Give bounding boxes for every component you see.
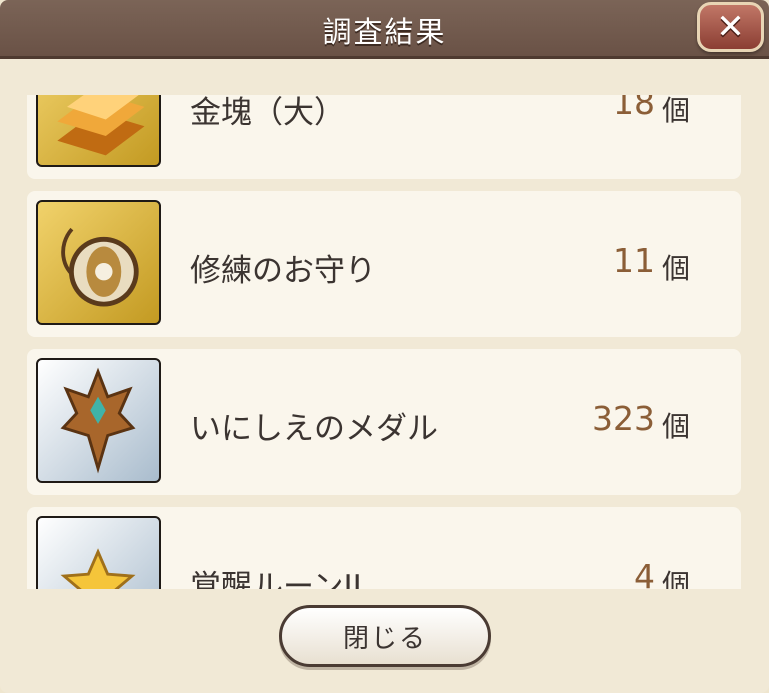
list-item: 修練のお守り 11 個 [27,191,741,337]
item-quantity: 323 [592,399,655,438]
list-item: 覚醒ルーンII 4 個 [27,507,741,589]
item-unit: 個 [661,568,690,589]
gold-bar-icon [36,95,161,167]
item-unit: 個 [661,95,690,127]
item-name: 修練のお守り [190,253,376,289]
item-name: 金塊（大） [190,95,345,131]
item-quantity: 18 [613,95,655,122]
item-name: いにしえのメダル [190,411,438,447]
close-dialog-button[interactable]: 閉じる [279,605,491,667]
item-list[interactable]: 金塊（大） 18 個 修練のお守り 11 個 いにしえのメダル 323 個 覚醒… [0,95,769,589]
item-name: 覚醒ルーンII [190,569,362,589]
medal-icon [36,358,161,483]
item-quantity: 11 [613,241,655,280]
list-item: 金塊（大） 18 個 [27,95,741,179]
item-quantity: 4 [634,557,655,589]
item-unit: 個 [661,410,690,443]
investigation-result-dialog: 調査結果 ✕ 金塊（大） 18 個 修練のお守り 11 個 いにしえのメダル 3… [0,0,769,693]
close-button[interactable]: ✕ [697,2,764,52]
close-icon: ✕ [716,7,745,47]
star-rune-icon [36,516,161,589]
charm-icon [36,200,161,325]
item-unit: 個 [661,252,690,285]
list-item: いにしえのメダル 323 個 [27,349,741,495]
title-bar: 調査結果 [0,0,769,59]
dialog-title: 調査結果 [322,15,447,49]
close-dialog-label: 閉じる [342,623,427,654]
